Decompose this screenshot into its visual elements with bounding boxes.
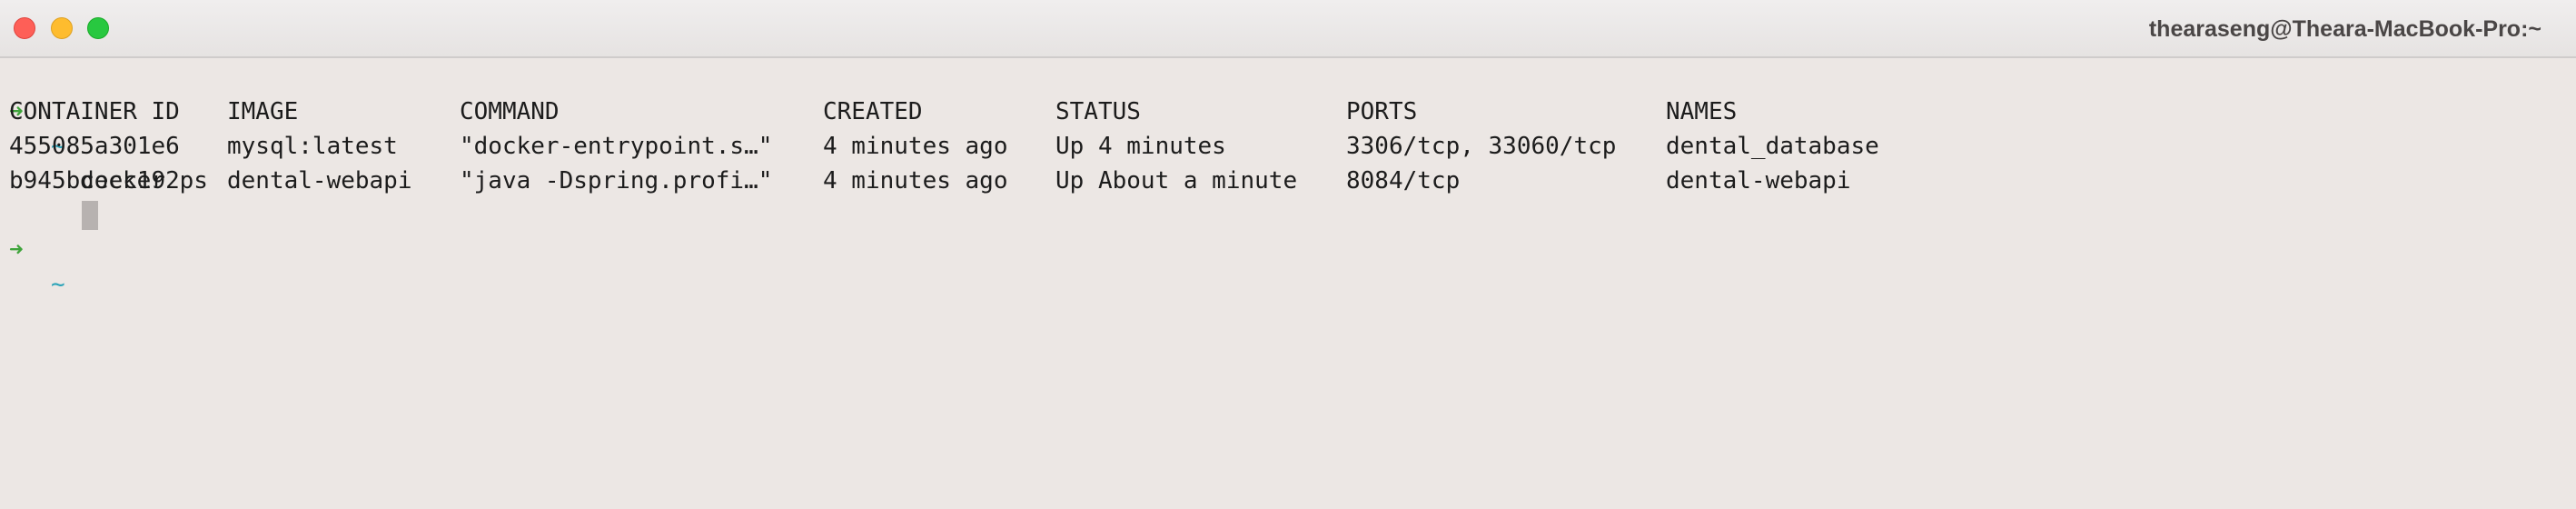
minimize-button[interactable]	[51, 17, 73, 39]
close-button[interactable]	[14, 17, 35, 39]
active-prompt-line[interactable]: ➜ ~	[9, 198, 2567, 298]
prompt-arrow-icon: ➜	[9, 236, 24, 264]
command-line: ➜ ~ docker ps	[9, 60, 2567, 195]
container-command: "java -Dspring.profi…"	[460, 167, 773, 195]
header-image: IMAGE	[227, 98, 299, 125]
header-names: NAMES	[1666, 98, 1738, 125]
zoom-button[interactable]	[87, 17, 109, 39]
table-row: 455085a301e6 mysql:latest "docker-entryp…	[9, 129, 2567, 164]
container-name: dental_database	[1666, 133, 1879, 160]
container-status: Up 4 minutes	[1055, 133, 1226, 160]
container-id: b945bceec192	[9, 167, 180, 195]
header-status: STATUS	[1055, 98, 1141, 125]
container-status: Up About a minute	[1055, 167, 1298, 195]
header-command: COMMAND	[460, 98, 560, 125]
text-cursor	[82, 201, 98, 230]
container-name: dental-webapi	[1666, 167, 1851, 195]
header-created: CREATED	[823, 98, 923, 125]
container-id: 455085a301e6	[9, 133, 180, 160]
created-time: 4 minutes ago	[823, 133, 1008, 160]
created-time: 4 minutes ago	[823, 167, 1008, 195]
image-name: mysql:latest	[227, 133, 398, 160]
terminal-output[interactable]: ➜ ~ docker ps CONTAINER ID IMAGE COMMAND…	[9, 60, 2567, 509]
container-ports: 8084/tcp	[1346, 167, 1461, 195]
title-bar[interactable]: thearaseng@Theara-MacBook-Pro:~	[0, 0, 2576, 58]
header-container-id: CONTAINER ID	[9, 98, 180, 125]
container-command: "docker-entrypoint.s…"	[460, 133, 773, 160]
container-ports: 3306/tcp, 33060/tcp	[1346, 133, 1617, 160]
table-header-row: CONTAINER ID IMAGE COMMAND CREATED STATU…	[9, 95, 2567, 129]
header-ports: PORTS	[1346, 98, 1418, 125]
table-row: b945bceec192 dental-webapi "java -Dsprin…	[9, 164, 2567, 198]
prompt-directory: ~	[51, 271, 65, 298]
terminal-window: thearaseng@Theara-MacBook-Pro:~ ➜ ~ dock…	[0, 0, 2576, 509]
image-name: dental-webapi	[227, 167, 412, 195]
window-title: thearaseng@Theara-MacBook-Pro:~	[2148, 16, 2541, 42]
